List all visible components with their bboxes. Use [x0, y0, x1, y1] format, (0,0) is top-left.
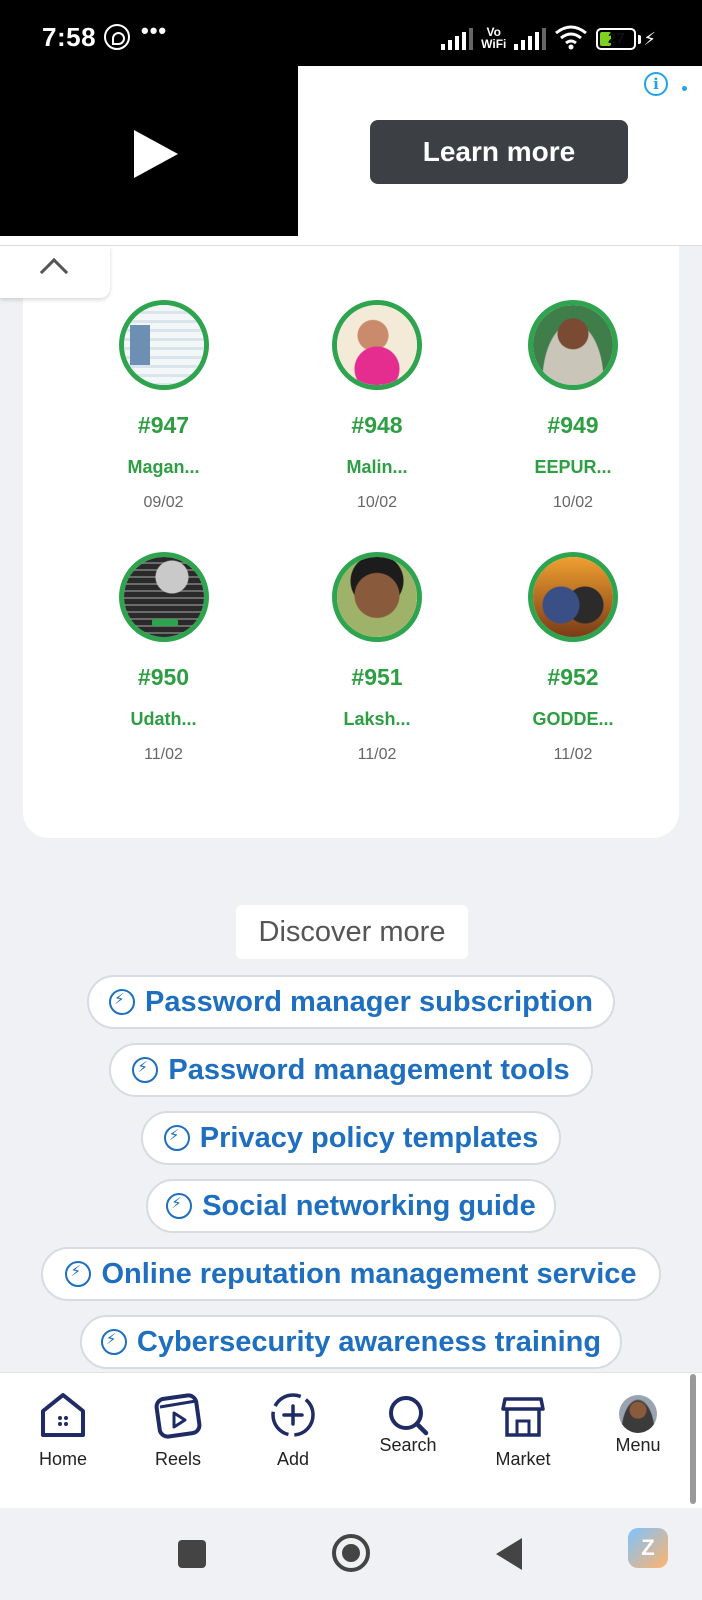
- member-item[interactable]: #952 GODDE... 11/02: [475, 552, 671, 804]
- member-avatar[interactable]: [118, 552, 209, 642]
- member-number: #947: [137, 412, 190, 438]
- member-number: #948: [351, 412, 403, 438]
- learn-more-button[interactable]: Learn more: [370, 120, 628, 184]
- nav-label: Home: [38, 1449, 87, 1469]
- nav-label: Menu: [615, 1435, 661, 1455]
- member-avatar[interactable]: [528, 552, 618, 642]
- discover-chip[interactable]: Password management tools: [109, 1043, 593, 1097]
- member-number: #952: [547, 664, 599, 690]
- ad-info-icon[interactable]: i: [644, 72, 668, 96]
- member-name[interactable]: Udath...: [48, 709, 279, 730]
- member-number: #951: [351, 664, 403, 690]
- search-icon[interactable]: [386, 1393, 430, 1437]
- system-navigation-bar: Z: [0, 1508, 702, 1600]
- discover-chip-label: Cybersecurity awareness training: [136, 1325, 602, 1358]
- member-item[interactable]: #947 Magan... 09/02: [48, 300, 279, 552]
- nav-label: Market: [495, 1449, 551, 1469]
- member-name[interactable]: GODDE...: [475, 709, 671, 730]
- discover-chip[interactable]: Password manager subscription: [87, 975, 615, 1029]
- member-avatar[interactable]: [118, 300, 209, 390]
- scrollbar[interactable]: [690, 1374, 696, 1504]
- recents-button[interactable]: [178, 1540, 206, 1568]
- member-avatar[interactable]: [528, 300, 618, 390]
- charging-icon: ⚡: [643, 29, 656, 49]
- ad-dot: [682, 86, 687, 91]
- home-button[interactable]: [332, 1534, 370, 1572]
- discover-chip-label: Password management tools: [168, 1053, 570, 1086]
- member-item[interactable]: #951 Laksh... 11/02: [279, 552, 475, 804]
- status-time: 7:58: [42, 22, 97, 52]
- ad-video[interactable]: [0, 66, 298, 236]
- status-bar: 7:58 ••• Vo WiFi 27 ⚡: [0, 0, 702, 66]
- member-item[interactable]: #948 Malin... 10/02: [279, 300, 475, 552]
- floating-app-icon[interactable]: Z: [628, 1528, 668, 1568]
- discover-chip[interactable]: Privacy policy templates: [141, 1111, 561, 1165]
- battery-icon: 27 ⚡: [596, 28, 656, 50]
- member-date: 10/02: [356, 494, 398, 511]
- member-name[interactable]: EEPUR...: [475, 457, 671, 478]
- member-item[interactable]: #949 EEPUR... 10/02: [475, 300, 671, 552]
- members-card: #947 Magan... 09/02 #948 Malin... 10/02 …: [23, 246, 679, 838]
- profile-avatar-icon[interactable]: [619, 1395, 657, 1433]
- bolt-icon: [163, 1125, 190, 1151]
- discover-chip-label: Privacy policy templates: [199, 1121, 539, 1154]
- bolt-icon: [100, 1329, 127, 1355]
- status-indicators: Vo WiFi 27 ⚡: [441, 20, 656, 50]
- bolt-icon: [108, 989, 135, 1015]
- reels-icon[interactable]: [152, 1391, 204, 1441]
- more-notifications-icon: •••: [141, 18, 168, 43]
- discover-chip[interactable]: Social networking guide: [146, 1179, 556, 1233]
- ad-banner[interactable]: i Learn more: [0, 66, 702, 246]
- members-grid: #947 Magan... 09/02 #948 Malin... 10/02 …: [83, 300, 623, 804]
- nav-label: Add: [276, 1449, 310, 1469]
- member-number: #950: [137, 664, 190, 690]
- bolt-icon: [65, 1261, 92, 1287]
- discover-chip-label: Social networking guide: [202, 1189, 536, 1222]
- market-icon[interactable]: [500, 1393, 546, 1439]
- collapse-ad-button[interactable]: [0, 246, 110, 298]
- member-name[interactable]: Malin...: [279, 457, 475, 478]
- bolt-icon: [166, 1193, 193, 1219]
- member-date: 11/02: [144, 746, 183, 763]
- bolt-icon: [132, 1057, 159, 1083]
- home-icon[interactable]: [38, 1391, 88, 1439]
- member-number: #949: [547, 412, 599, 438]
- member-name[interactable]: Laksh...: [279, 709, 475, 730]
- member-avatar[interactable]: [332, 300, 422, 390]
- discover-chip[interactable]: Online reputation management service: [41, 1247, 661, 1301]
- battery-level: 27: [608, 30, 625, 47]
- vowifi-label: Vo WiFi: [481, 25, 507, 51]
- add-icon[interactable]: [269, 1391, 317, 1439]
- member-date: 11/02: [357, 746, 397, 763]
- nav-label: Search: [379, 1435, 437, 1455]
- discover-chip[interactable]: Cybersecurity awareness training: [80, 1315, 622, 1369]
- member-avatar[interactable]: [332, 552, 422, 642]
- discover-chip-label: Password manager subscription: [144, 985, 593, 1018]
- discover-more-label: Discover more: [236, 905, 468, 959]
- whatsapp-icon: [104, 24, 130, 50]
- signal-icon: [441, 28, 474, 50]
- nav-label: Reels: [154, 1449, 202, 1469]
- bottom-navigation: Home Reels Add Search Market Menu: [0, 1372, 702, 1508]
- wifi-icon: [554, 24, 588, 50]
- member-name[interactable]: Magan...: [48, 457, 279, 478]
- chevron-up-icon: [39, 257, 69, 287]
- back-button[interactable]: [496, 1538, 522, 1570]
- signal-icon-2: [514, 28, 547, 50]
- member-date: 09/02: [143, 494, 184, 511]
- member-date: 10/02: [552, 494, 594, 511]
- member-date: 11/02: [553, 746, 593, 763]
- member-item[interactable]: #950 Udath... 11/02: [48, 552, 279, 804]
- play-icon[interactable]: [134, 130, 178, 178]
- discover-chip-label: Online reputation management service: [101, 1257, 637, 1290]
